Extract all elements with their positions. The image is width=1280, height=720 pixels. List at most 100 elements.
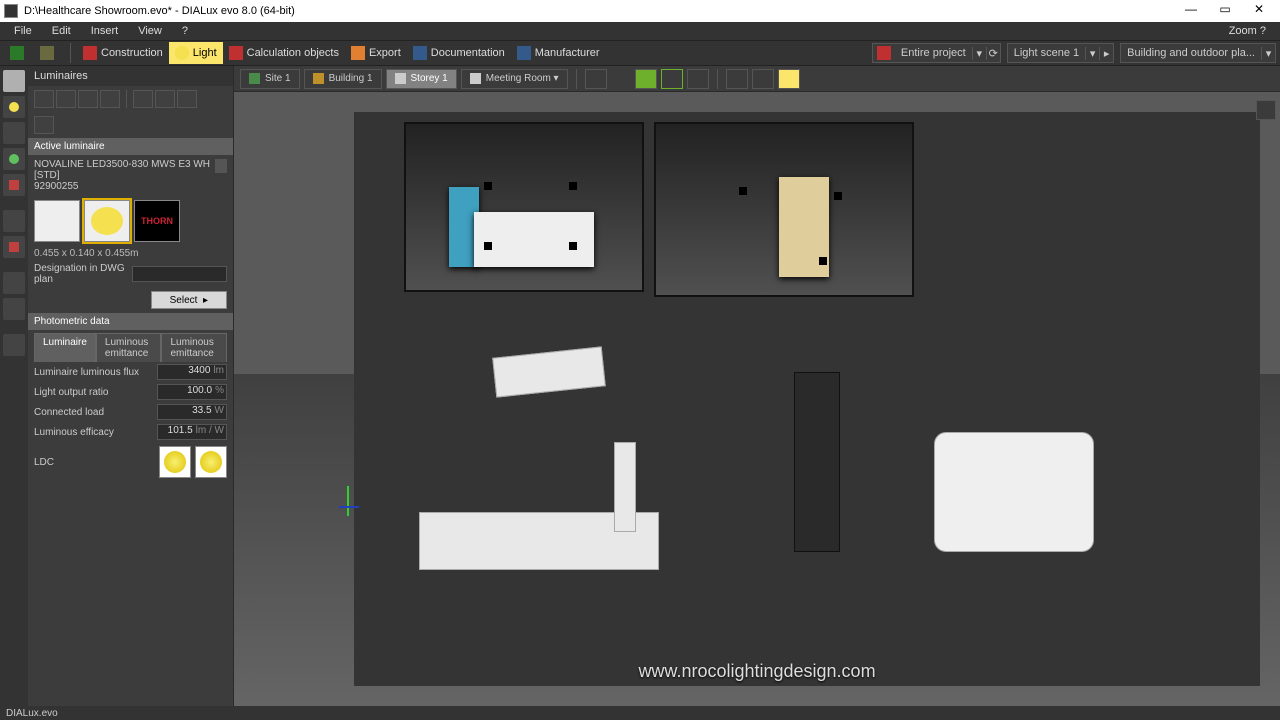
luminaire-thumbs: THORN xyxy=(28,196,233,246)
place-polygon-button[interactable] xyxy=(100,90,120,108)
view-wire-button[interactable] xyxy=(661,69,683,89)
place-grid-button[interactable] xyxy=(78,90,98,108)
place-single-button[interactable] xyxy=(34,90,54,108)
ldc-label: LDC xyxy=(34,457,155,468)
nav-back-button[interactable] xyxy=(585,69,607,89)
chevron-down-icon[interactable]: ▾ xyxy=(1085,47,1099,60)
thumb-photo[interactable] xyxy=(34,200,80,242)
save-button[interactable] xyxy=(4,42,34,64)
row-connected-load: Connected load33.5W xyxy=(28,402,233,422)
light-scene-selector[interactable]: Light scene 1▾▸ xyxy=(1007,43,1114,63)
luminaire-marker xyxy=(739,187,747,195)
menu-help[interactable]: ? xyxy=(172,23,198,39)
mode-light[interactable]: Light xyxy=(169,42,223,64)
panel-toolbar xyxy=(28,86,233,112)
close-button[interactable]: ✕ xyxy=(1242,2,1276,20)
magic-wand-button[interactable] xyxy=(133,90,153,108)
minimize-button[interactable]: — xyxy=(1174,2,1208,20)
menu-zoom[interactable]: Zoom ? xyxy=(1219,23,1276,39)
status-text: DIALux.evo xyxy=(6,708,58,719)
ldc-diagram-1[interactable] xyxy=(159,446,191,478)
axis-gizmo xyxy=(339,486,369,516)
viewport: Site 1 Building 1 Storey 1 Meeting Room … xyxy=(234,66,1280,706)
tool-daylight[interactable] xyxy=(3,272,25,294)
tool-switch[interactable] xyxy=(3,210,25,232)
dwg-input[interactable] xyxy=(132,266,227,282)
input-connected-load[interactable]: 33.5W xyxy=(157,404,227,420)
mirror-button[interactable] xyxy=(177,90,197,108)
chevron-down-icon[interactable]: ▾ xyxy=(1261,47,1275,60)
maximize-button[interactable]: ▭ xyxy=(1208,2,1242,20)
chevron-down-icon[interactable]: ▾ xyxy=(972,47,986,60)
tool-single-luminaire[interactable] xyxy=(3,96,25,118)
row-luminous-flux: Luminaire luminous flux3400lm xyxy=(28,362,233,382)
crumb-building[interactable]: Building 1 xyxy=(304,69,382,89)
building-icon xyxy=(313,73,324,84)
rotate-button[interactable] xyxy=(155,90,175,108)
site-icon xyxy=(249,73,260,84)
app-icon xyxy=(4,4,18,18)
tool-selection[interactable] xyxy=(3,70,25,92)
view-fit-button[interactable] xyxy=(726,69,748,89)
tool-arrange-line[interactable] xyxy=(3,122,25,144)
menu-edit[interactable]: Edit xyxy=(42,23,81,39)
tool-maintenance[interactable] xyxy=(3,236,25,258)
row-ldc: LDC xyxy=(28,442,233,482)
mode-construction[interactable]: Construction xyxy=(77,42,169,64)
view-mode-selector[interactable]: Building and outdoor pla...▾ xyxy=(1120,43,1276,63)
menu-bar: File Edit Insert View ? Zoom ? xyxy=(0,22,1280,40)
select-button[interactable]: Select ▸ xyxy=(151,291,227,309)
right-panel-toggle[interactable] xyxy=(1256,100,1276,120)
calc-icon xyxy=(229,46,243,60)
tab-luminaire[interactable]: Luminaire xyxy=(34,333,96,362)
tab-emittance-2[interactable]: Luminous emittance xyxy=(161,333,227,362)
tool-arrange-field[interactable] xyxy=(3,148,25,170)
view-measure-button[interactable] xyxy=(752,69,774,89)
section-active-luminaire: Active luminaire xyxy=(28,138,233,155)
crumb-room[interactable]: Meeting Room ▾ xyxy=(461,69,568,89)
panel-title: Luminaires xyxy=(28,66,233,86)
mode-manufacturer[interactable]: Manufacturer xyxy=(511,42,606,64)
luminaire-marker xyxy=(484,182,492,190)
title-bar: D:\Healthcare Showroom.evo* - DIALux evo… xyxy=(0,0,1280,22)
mode-export[interactable]: Export xyxy=(345,42,407,64)
tool-button[interactable] xyxy=(34,42,64,64)
crumb-site[interactable]: Site 1 xyxy=(240,69,300,89)
copy-icon[interactable] xyxy=(215,159,227,173)
furn-pillar xyxy=(614,442,636,532)
luminaire-marker xyxy=(569,242,577,250)
menu-view[interactable]: View xyxy=(128,23,172,39)
tool-results[interactable] xyxy=(3,334,25,356)
thumb-manufacturer[interactable]: THORN xyxy=(134,200,180,242)
render-3d[interactable]: www.nrocolightingdesign.com xyxy=(234,92,1280,706)
thumb-ldc[interactable] xyxy=(84,200,130,242)
tool-energy[interactable] xyxy=(3,298,25,320)
view-cs-button[interactable] xyxy=(778,69,800,89)
next-icon[interactable]: ▸ xyxy=(1099,47,1113,60)
place-line-button[interactable] xyxy=(56,90,76,108)
import-button[interactable] xyxy=(34,116,54,134)
input-efficacy[interactable]: 101.5lm / W xyxy=(157,424,227,440)
input-luminous-flux[interactable]: 3400lm xyxy=(157,364,227,380)
furn-dental-chair xyxy=(934,432,1094,552)
ldc-diagram-2[interactable] xyxy=(195,446,227,478)
manufacturer-icon xyxy=(517,46,531,60)
crumb-storey[interactable]: Storey 1 xyxy=(386,69,457,89)
wand-icon xyxy=(40,46,54,60)
view-menu-button[interactable] xyxy=(687,69,709,89)
mode-documentation[interactable]: Documentation xyxy=(407,42,511,64)
section-photometric: Photometric data xyxy=(28,313,233,330)
mode-calculation[interactable]: Calculation objects xyxy=(223,42,345,64)
luminaire-name: NOVALINE LED3500-830 MWS E3 WH [STD] xyxy=(34,159,215,181)
tool-strip xyxy=(0,66,28,706)
scope-selector[interactable]: Entire project▾⟳ xyxy=(872,43,1001,63)
refresh-icon[interactable]: ⟳ xyxy=(986,47,1000,60)
input-output-ratio[interactable]: 100.0% xyxy=(157,384,227,400)
furn-desk-1 xyxy=(474,212,594,267)
tab-emittance-1[interactable]: Luminous emittance xyxy=(96,333,162,362)
documentation-icon xyxy=(413,46,427,60)
menu-insert[interactable]: Insert xyxy=(81,23,129,39)
menu-file[interactable]: File xyxy=(4,23,42,39)
tool-filter[interactable] xyxy=(3,174,25,196)
view-shaded-button[interactable] xyxy=(635,69,657,89)
